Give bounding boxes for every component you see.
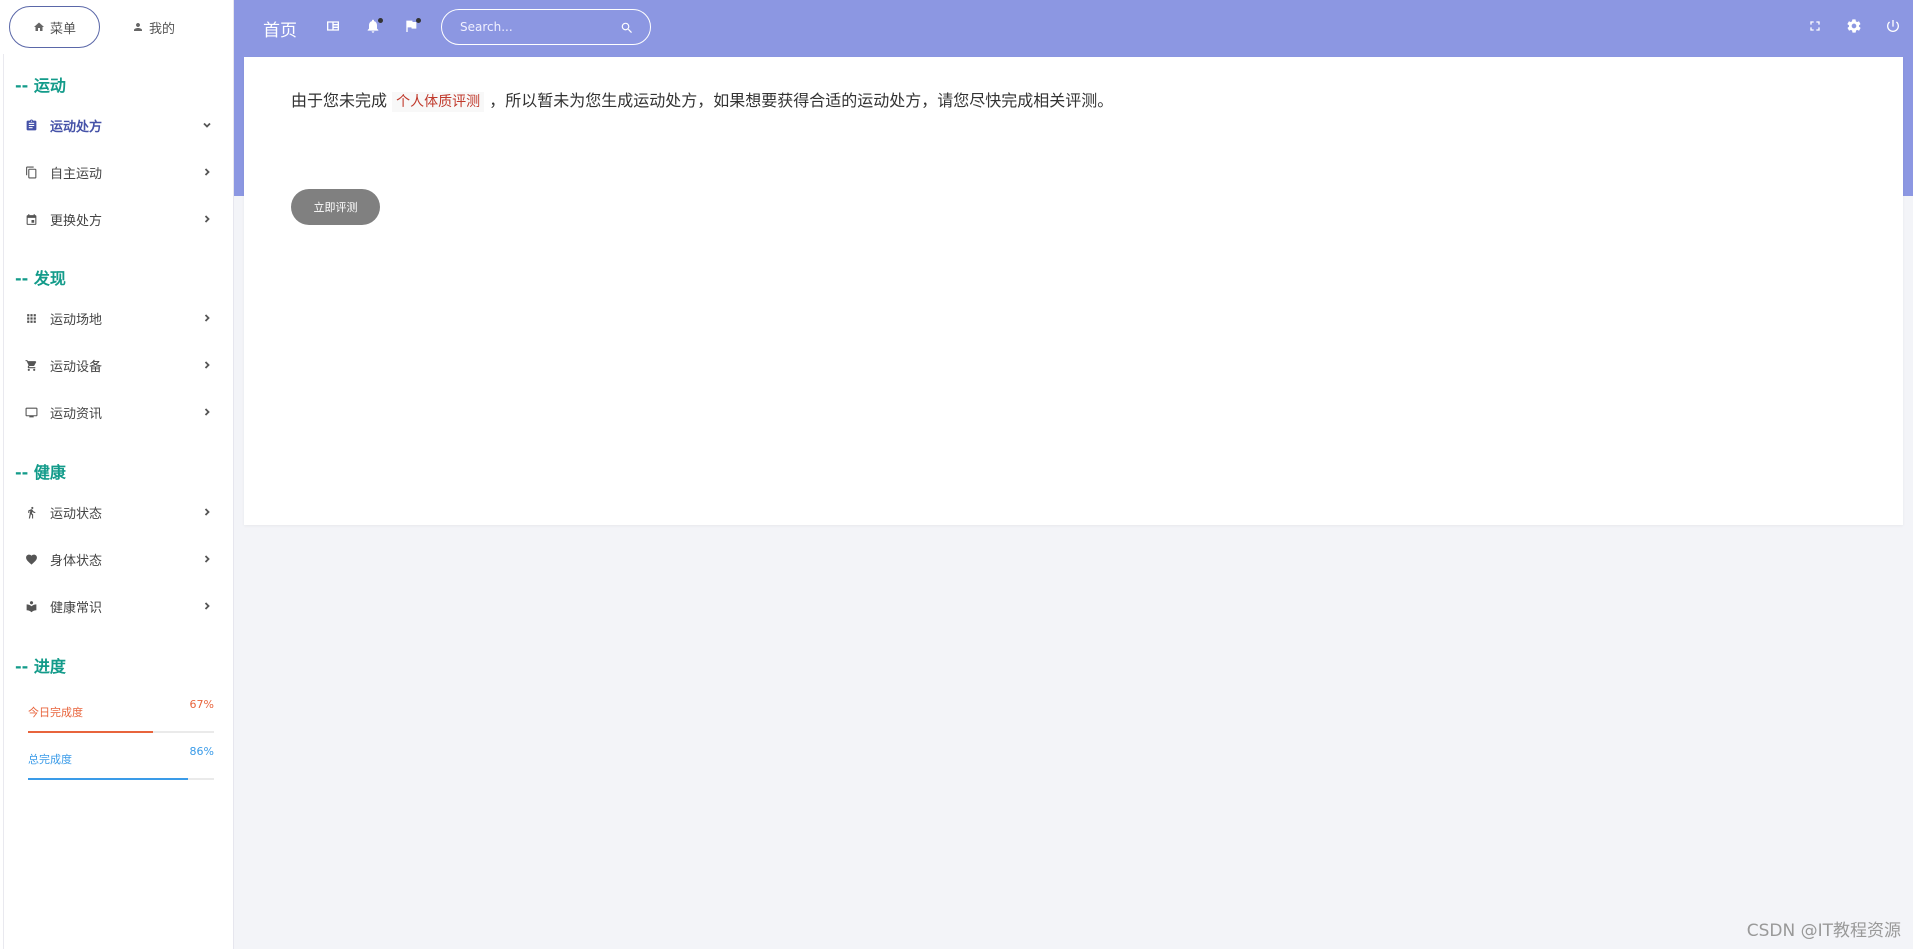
chevron-right-icon xyxy=(202,213,214,225)
progress-fill xyxy=(28,731,153,733)
sidebar-item-label: 运动处方 xyxy=(50,119,103,135)
gear-icon[interactable] xyxy=(1846,18,1864,36)
notice-before: 由于您未完成 xyxy=(291,91,388,110)
calendar-icon xyxy=(24,212,38,226)
chevron-right-icon xyxy=(202,600,214,612)
progress-label: 今日完成度 xyxy=(28,706,83,719)
progress-fill xyxy=(28,778,188,780)
progress-percent: 67% xyxy=(189,698,214,711)
sidebar-item-label: 运动场地 xyxy=(50,312,103,328)
notice-after: ，所以暂未为您生成运动处方，如果想要获得合适的运动处方，请您尽快完成相关评测。 xyxy=(489,91,1114,110)
main-card: 由于您未完成 个人体质评测 ，所以暂未为您生成运动处方，如果想要获得合适的运动处… xyxy=(244,57,1903,525)
sidebar-item-body-status[interactable]: 身体状态 xyxy=(24,545,214,573)
chevron-right-icon xyxy=(202,312,214,324)
sidebar-item-label: 更换处方 xyxy=(50,213,103,229)
user-icon xyxy=(134,23,142,31)
chevron-right-icon xyxy=(202,553,214,565)
sidebar-item-exercise-status[interactable]: 运动状态 xyxy=(24,498,214,526)
tab-menu[interactable]: 菜单 xyxy=(9,6,100,48)
sidebar-item-change-prescription[interactable]: 更换处方 xyxy=(24,205,214,233)
home-link[interactable]: 首页 xyxy=(263,16,297,41)
home-icon xyxy=(33,22,44,31)
sidebar-item-label: 自主运动 xyxy=(50,166,103,182)
progress-track xyxy=(28,778,214,780)
sidebar-item-health-knowledge[interactable]: 健康常识 xyxy=(24,592,214,620)
tab-mine[interactable]: 我的 xyxy=(114,6,193,48)
assessment-link[interactable]: 个人体质评测 xyxy=(392,92,485,112)
book-icon xyxy=(24,599,38,613)
top-navbar: 首页 xyxy=(234,0,1913,54)
progress-label: 总完成度 xyxy=(28,753,72,766)
sidebar-toggle-icon[interactable] xyxy=(325,18,343,36)
search-input[interactable] xyxy=(460,20,610,34)
monitor-icon xyxy=(24,405,38,419)
grid-icon xyxy=(24,311,38,325)
sidebar: 菜单 我的 -- 运动 运动处方 自主运动 更换处方 -- 发现 运动场地 运动… xyxy=(0,0,234,949)
tab-menu-label: 菜单 xyxy=(49,21,76,37)
heart-icon xyxy=(24,552,38,566)
sidebar-item-self-exercise[interactable]: 自主运动 xyxy=(24,158,214,186)
cart-icon xyxy=(24,358,38,372)
sidebar-item-news[interactable]: 运动资讯 xyxy=(24,398,214,426)
section-title-discover: -- 发现 xyxy=(15,269,66,288)
chevron-right-icon xyxy=(202,166,214,178)
sidebar-item-label: 身体状态 xyxy=(50,553,103,569)
section-title-health: -- 健康 xyxy=(15,463,66,482)
progress-today: 今日完成度 67% xyxy=(28,698,214,733)
flag-icon[interactable] xyxy=(403,18,421,36)
watermark: CSDN @IT教程资源 xyxy=(1746,921,1901,941)
sidebar-item-label: 运动状态 xyxy=(50,506,103,522)
sidebar-item-label: 运动资讯 xyxy=(50,406,103,422)
chevron-right-icon xyxy=(202,506,214,518)
sidebar-menu: -- 运动 运动处方 自主运动 更换处方 -- 发现 运动场地 运动设备 运动资… xyxy=(3,54,234,949)
chevron-down-icon xyxy=(202,119,214,131)
progress-percent: 86% xyxy=(189,745,214,758)
notification-dot xyxy=(416,18,421,23)
notice-text: 由于您未完成 个人体质评测 ，所以暂未为您生成运动处方，如果想要获得合适的运动处… xyxy=(291,87,1114,112)
sidebar-item-label: 健康常识 xyxy=(50,600,103,616)
copy-icon xyxy=(24,165,38,179)
clipboard-icon xyxy=(24,118,38,132)
tab-mine-label: 我的 xyxy=(149,21,176,37)
search-icon[interactable] xyxy=(620,20,634,34)
section-title-progress: -- 进度 xyxy=(15,657,66,676)
chevron-right-icon xyxy=(202,359,214,371)
sidebar-item-venues[interactable]: 运动场地 xyxy=(24,304,214,332)
fullscreen-icon[interactable] xyxy=(1807,18,1825,36)
section-title-sport: -- 运动 xyxy=(15,76,66,95)
running-icon xyxy=(24,505,38,519)
notification-dot xyxy=(378,18,383,23)
sidebar-item-equipment[interactable]: 运动设备 xyxy=(24,351,214,379)
assess-now-button[interactable]: 立即评测 xyxy=(291,189,380,225)
progress-total: 总完成度 86% xyxy=(28,745,214,780)
search-box xyxy=(441,9,651,45)
sidebar-item-prescription[interactable]: 运动处方 xyxy=(24,111,214,139)
sidebar-item-label: 运动设备 xyxy=(50,359,103,375)
bell-icon[interactable] xyxy=(365,18,383,36)
progress-track xyxy=(28,731,214,733)
chevron-right-icon xyxy=(202,406,214,418)
power-icon[interactable] xyxy=(1885,18,1903,36)
sidebar-tabs: 菜单 我的 xyxy=(0,0,233,54)
